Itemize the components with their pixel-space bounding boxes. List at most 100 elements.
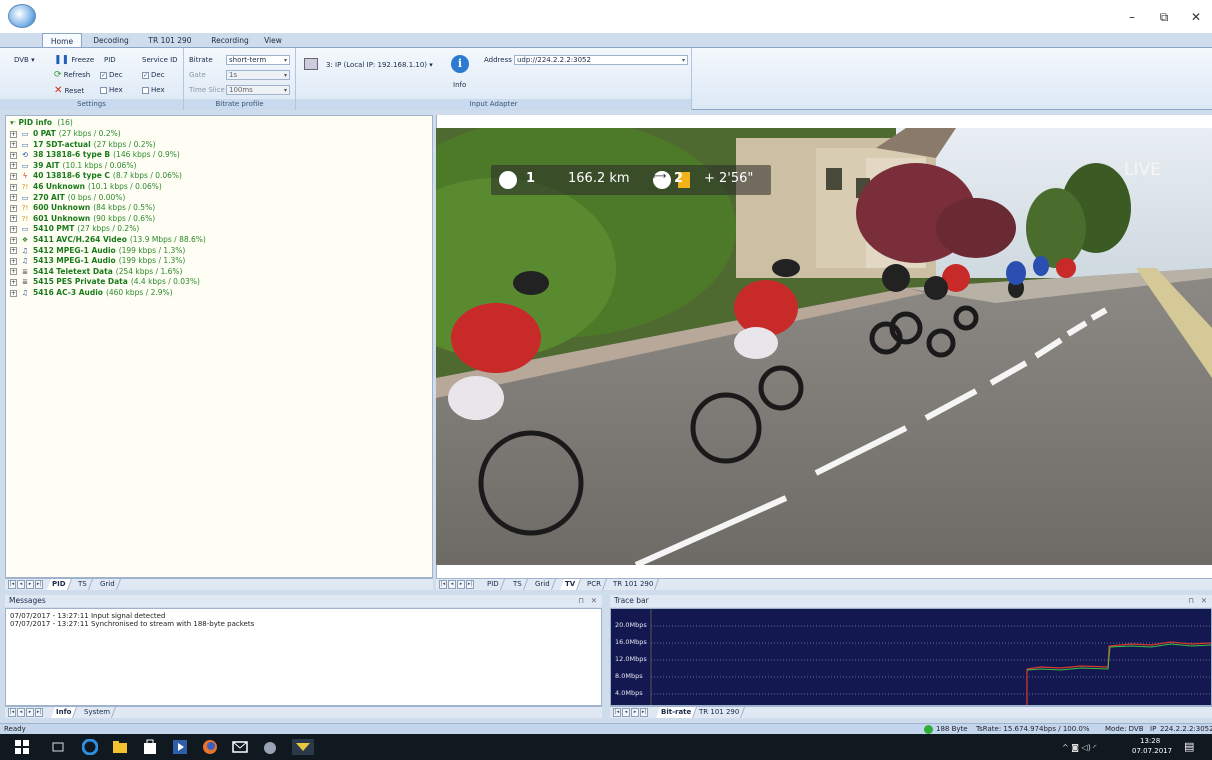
- tab-ts[interactable]: TS: [72, 579, 93, 590]
- pid-tree-row[interactable]: + ♫ 5413 MPEG-1 Audio (199 kbps / 1.3%): [10, 256, 185, 266]
- freeze-button[interactable]: ❚❚ Freeze: [54, 55, 94, 65]
- tab-pcr[interactable]: PCR: [581, 579, 607, 590]
- expand-icon[interactable]: +: [10, 162, 17, 170]
- next-page-icon[interactable]: ▸: [457, 580, 465, 589]
- expand-icon[interactable]: +: [10, 183, 17, 191]
- pin-icon[interactable]: ⊓: [1188, 595, 1194, 607]
- last-page-icon[interactable]: ▸|: [35, 708, 43, 717]
- tab-view[interactable]: View: [258, 33, 288, 48]
- expand-icon[interactable]: +: [10, 225, 17, 233]
- tab-info[interactable]: Info: [50, 707, 78, 718]
- last-page-icon[interactable]: ▸|: [640, 708, 648, 717]
- tab-bitrate[interactable]: Bit-rate: [655, 707, 698, 718]
- gate-select[interactable]: 1s ▾: [226, 70, 290, 80]
- windows-start-icon[interactable]: [14, 739, 30, 755]
- tab-decoding[interactable]: Decoding: [88, 33, 134, 48]
- prev-page-icon[interactable]: ◂: [17, 580, 25, 589]
- refresh-button[interactable]: ⟳ Refresh: [54, 70, 90, 80]
- pid-tree-row[interactable]: +?! 601 Unknown (90 kbps / 0.6%): [10, 214, 155, 224]
- store-icon[interactable]: [142, 739, 158, 755]
- tab-system[interactable]: System: [78, 707, 117, 718]
- expand-icon[interactable]: +: [10, 236, 17, 244]
- dvb-dropdown[interactable]: DVB ▾: [14, 56, 35, 64]
- pid-tree-row[interactable]: +?! 46 Unknown (10.1 kbps / 0.06%): [10, 182, 162, 192]
- sid-dec-checkbox[interactable]: ✓ Dec: [142, 71, 165, 79]
- pin-icon[interactable]: ⊓: [578, 595, 584, 607]
- edge-browser-icon[interactable]: [81, 738, 99, 756]
- address-select[interactable]: udp://224.2.2.2:3052 ▾: [514, 55, 688, 65]
- expand-icon[interactable]: +: [10, 204, 17, 212]
- file-explorer-icon[interactable]: [112, 739, 128, 755]
- pid-tree-row[interactable]: + ▭ 5410 PMT (27 kbps / 0.2%): [10, 224, 139, 234]
- task-view-icon[interactable]: [50, 739, 66, 755]
- pid-tree-row[interactable]: + ⟲ 38 13818-6 type B (146 kbps / 0.9%): [10, 150, 180, 160]
- next-page-icon[interactable]: ▸: [26, 708, 34, 717]
- tab-pid[interactable]: PID: [46, 579, 72, 590]
- prev-page-icon[interactable]: ◂: [448, 580, 456, 589]
- minimize-button[interactable]: –: [1117, 8, 1147, 26]
- app-launcher-icon[interactable]: [262, 739, 278, 755]
- stream-analyzer-icon[interactable]: [292, 739, 314, 755]
- first-page-icon[interactable]: |◂: [8, 580, 16, 589]
- first-page-icon[interactable]: |◂: [439, 580, 447, 589]
- adapter-select[interactable]: 3: IP (Local IP: 192.168.1.10) ▾: [326, 61, 433, 69]
- next-page-icon[interactable]: ▸: [26, 580, 34, 589]
- pid-tree-row[interactable]: + ≣ 5414 Teletext Data (254 kbps / 1.6%): [10, 267, 182, 277]
- tray-icons[interactable]: ^ ◙ ◁) ◜: [1062, 743, 1096, 752]
- expand-icon[interactable]: +: [10, 278, 17, 286]
- next-page-icon[interactable]: ▸: [631, 708, 639, 717]
- close-button[interactable]: ✕: [1181, 8, 1211, 26]
- last-page-icon[interactable]: ▸|: [35, 580, 43, 589]
- firefox-icon[interactable]: [202, 739, 218, 755]
- expand-icon[interactable]: +: [10, 172, 17, 180]
- restore-button[interactable]: ⧉: [1149, 8, 1179, 26]
- info-icon[interactable]: i: [451, 55, 469, 73]
- expand-icon[interactable]: +: [10, 194, 17, 202]
- notifications-icon[interactable]: ▤: [1184, 740, 1194, 753]
- tab-grid[interactable]: Grid: [529, 579, 556, 590]
- pid-tree-root[interactable]: ▾· PID info (16): [10, 118, 73, 128]
- first-page-icon[interactable]: |◂: [8, 708, 16, 717]
- expand-icon[interactable]: +: [10, 130, 17, 138]
- tab-grid[interactable]: Grid: [94, 579, 121, 590]
- tab-recording[interactable]: Recording: [206, 33, 254, 48]
- mail-icon[interactable]: [232, 739, 248, 755]
- pid-tree-row[interactable]: + ❖ 5411 AVC/H.264 Video (13.9 Mbps / 88.6%…: [10, 235, 206, 245]
- sid-hex-checkbox[interactable]: Hex: [142, 86, 165, 94]
- reset-button[interactable]: ✕ Reset: [54, 85, 84, 96]
- pid-tree-row[interactable]: + ▭ 0 PAT (27 kbps / 0.2%): [10, 129, 121, 139]
- expand-icon[interactable]: +: [10, 268, 17, 276]
- pid-tree-row[interactable]: + ♫ 5416 AC-3 Audio (460 kbps / 2.9%): [10, 288, 173, 298]
- last-page-icon[interactable]: ▸|: [466, 580, 474, 589]
- pid-hex-checkbox[interactable]: Hex: [100, 86, 123, 94]
- pid-tree-row[interactable]: + ▭ 270 AIT (0 bps / 0.00%): [10, 193, 125, 203]
- expand-icon[interactable]: +: [10, 257, 17, 265]
- tab-tr101290[interactable]: TR 101 290: [693, 707, 746, 718]
- app-logo-icon[interactable]: [8, 4, 36, 28]
- tab-ts[interactable]: TS: [507, 579, 528, 590]
- expand-icon[interactable]: +: [10, 289, 17, 297]
- prev-page-icon[interactable]: ◂: [622, 708, 630, 717]
- pid-tree-row[interactable]: + ▭ 39 AIT (10.1 kbps / 0.06%): [10, 161, 136, 171]
- tab-tv[interactable]: TV: [559, 579, 582, 590]
- pid-tree-row[interactable]: + ♫ 5412 MPEG-1 Audio (199 kbps / 1.3%): [10, 246, 185, 256]
- expand-icon[interactable]: +: [10, 141, 17, 149]
- bitrate-select[interactable]: short-term ▾: [226, 55, 290, 65]
- media-player-icon[interactable]: [172, 739, 188, 755]
- close-icon[interactable]: ✕: [1201, 595, 1207, 607]
- expand-icon[interactable]: +: [10, 215, 17, 223]
- pid-tree-row[interactable]: +?! 600 Unknown (84 kbps / 0.5%): [10, 203, 155, 213]
- tab-home[interactable]: Home: [42, 33, 82, 48]
- expand-icon[interactable]: +: [10, 247, 17, 255]
- first-page-icon[interactable]: |◂: [613, 708, 621, 717]
- expand-icon[interactable]: +: [10, 151, 17, 159]
- tab-pid[interactable]: PID: [481, 579, 505, 590]
- pid-tree-row[interactable]: + ▭ 17 SDT-actual (27 kbps / 0.2%): [10, 140, 156, 150]
- pid-tree-row[interactable]: + ≣ 5415 PES Private Data (4.4 kbps / 0.03%…: [10, 277, 200, 287]
- tab-tr101290[interactable]: TR 101 290: [607, 579, 660, 590]
- close-icon[interactable]: ✕: [591, 595, 597, 607]
- tab-tr101290[interactable]: TR 101 290: [140, 33, 200, 48]
- pid-dec-checkbox[interactable]: ✓ Dec: [100, 71, 123, 79]
- prev-page-icon[interactable]: ◂: [17, 708, 25, 717]
- pid-tree-row[interactable]: + ϟ 40 13818-6 type C (8.7 kbps / 0.06%): [10, 171, 182, 181]
